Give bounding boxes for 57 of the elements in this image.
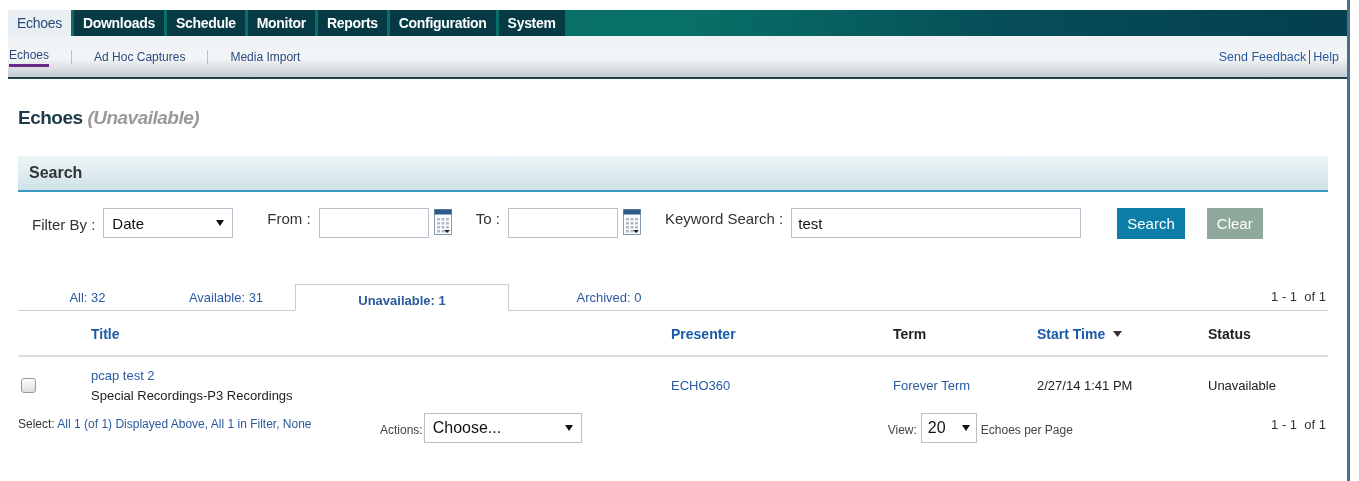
- column-header: Term: [893, 326, 927, 342]
- page-title: Echoes: [18, 107, 83, 128]
- echo-title-link[interactable]: pcap test 2: [91, 367, 155, 383]
- filter-label: Filter By :: [32, 216, 96, 233]
- caret-icon: [961, 424, 970, 432]
- status-tab[interactable]: Available: 31: [157, 290, 295, 310]
- calendar-icon[interactable]: [433, 209, 452, 235]
- presenter-link[interactable]: ECHO360: [671, 378, 731, 393]
- from-label: From :: [267, 210, 311, 227]
- select-link[interactable]: All 1 in Filter,: [210, 417, 280, 431]
- actions-label: Actions:: [380, 423, 423, 437]
- nav-tab[interactable]: Monitor: [247, 10, 315, 36]
- filter-dropdown[interactable]: Date: [103, 208, 234, 238]
- sub-nav-link[interactable]: Ad Hoc Captures: [94, 47, 186, 66]
- keyword-label: Keyword Search :: [664, 210, 784, 227]
- select-link[interactable]: All 1 (of 1) Displayed Above,: [57, 417, 209, 431]
- table-cell: 2/27/14 1:41 PM: [1037, 377, 1133, 393]
- column-header: Status: [1208, 326, 1251, 342]
- select-options: Select: All 1 (of 1) Displayed Above, All 1 in Filter, None: [18, 417, 380, 431]
- caret-icon: [216, 219, 225, 227]
- status-tab[interactable]: Archived: 0: [509, 290, 709, 310]
- nav-tab[interactable]: Schedule: [166, 10, 245, 36]
- sub-nav-link[interactable]: Echoes: [9, 46, 50, 67]
- column-header[interactable]: Title: [91, 326, 120, 342]
- sort-descending-icon[interactable]: [1113, 331, 1123, 337]
- page-size-suffix: Echoes per Page: [980, 423, 1073, 437]
- utility-link[interactable]: Help: [1313, 49, 1339, 64]
- nav-tab[interactable]: Downloads: [73, 10, 164, 36]
- term-link[interactable]: Forever Term: [893, 378, 971, 393]
- nav-tab[interactable]: Reports: [317, 10, 387, 36]
- row-checkbox[interactable]: [21, 377, 36, 393]
- search-button[interactable]: Search: [1117, 208, 1185, 239]
- section-title: Search: [29, 164, 83, 182]
- to-label: To :: [475, 210, 500, 227]
- calendar-icon[interactable]: [622, 209, 641, 235]
- column-header[interactable]: Start Time: [1037, 326, 1106, 342]
- select-link[interactable]: None: [282, 417, 312, 431]
- nav-tab[interactable]: Configuration: [389, 10, 496, 36]
- status-tab[interactable]: All: 32: [18, 290, 157, 310]
- from-date-field[interactable]: [318, 208, 429, 238]
- caret-icon: [564, 424, 573, 432]
- page-size-dropdown[interactable]: 20: [920, 413, 977, 443]
- table-cell: Unavailable: [1208, 378, 1276, 393]
- column-header[interactable]: Presenter: [671, 326, 736, 342]
- utility-link[interactable]: Send Feedback: [1218, 49, 1307, 64]
- to-date-field[interactable]: [507, 208, 618, 238]
- pagination-info: 1 - 1 of 1: [1271, 417, 1326, 434]
- nav-tab[interactable]: System: [498, 10, 565, 36]
- keyword-field[interactable]: test: [791, 208, 1082, 238]
- pagination-info: 1 - 1 of 1: [1271, 289, 1326, 306]
- nav-tab[interactable]: Echoes: [8, 10, 71, 36]
- actions-dropdown[interactable]: Choose...: [423, 413, 582, 443]
- status-tab[interactable]: Unavailable: 1: [295, 284, 509, 311]
- view-label: View:: [887, 423, 917, 437]
- page-title-status: (Unavailable): [87, 107, 200, 128]
- sub-nav-link[interactable]: Media Import: [230, 47, 301, 66]
- course-name: Special Recordings-P3 Recordings: [91, 387, 293, 403]
